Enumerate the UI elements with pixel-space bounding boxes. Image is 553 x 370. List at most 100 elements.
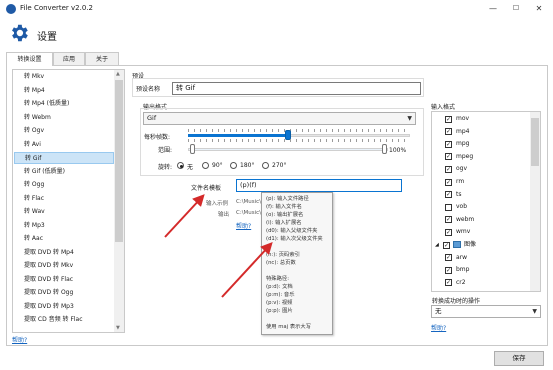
range-end-thumb[interactable] [382, 144, 387, 154]
chevron-down-icon: ▼ [407, 115, 412, 122]
image-category-icon [453, 241, 461, 248]
rotation-radio-90[interactable] [202, 162, 209, 169]
tab-conversion-settings[interactable]: 转换设置 [6, 52, 53, 66]
conversion-help-link[interactable]: 帮助? [12, 335, 27, 344]
format-checkbox[interactable]: ✓ [445, 128, 452, 136]
filename-help-link[interactable]: 帮助? [236, 221, 251, 230]
rotation-radio-none[interactable] [177, 162, 184, 169]
input-format-list[interactable]: ✓ mov ✓ mp4 ✓ mpg ✓ mpeg ✓ ogv ✓ rm ✓ ts vob ✓ webm ✓ wmv ◢… [431, 111, 541, 292]
tab-about[interactable]: 关于 [85, 52, 119, 65]
conversion-list-item[interactable]: 转 Mp3 [24, 220, 45, 232]
gear-icon [12, 24, 28, 42]
preset-name-input[interactable]: 转 Gif [172, 82, 421, 95]
format-checkbox[interactable]: ✓ [445, 266, 452, 274]
fps-ticks-top [188, 129, 410, 132]
list-scrollbar-thumb[interactable] [115, 80, 123, 242]
filename-template-input[interactable]: (p)(f) [236, 179, 402, 192]
expand-icon[interactable]: ◢ [435, 239, 439, 251]
format-checkbox[interactable]: ✓ [445, 140, 452, 148]
format-checkbox[interactable]: ✓ [445, 191, 452, 199]
save-button[interactable]: 保存 [494, 351, 544, 366]
format-item-label: vob [456, 203, 468, 211]
tooltip-line: (p:m): 音乐 [266, 292, 295, 298]
format-item-label: bmp [456, 266, 470, 274]
conversion-list-item[interactable]: 转 Gif [14, 152, 114, 164]
conversion-list[interactable]: 转 Mkv 转 Mp4 转 Mp4 (低质量) 转 Webm 转 Ogv 转 Avi 转 G… [12, 69, 125, 333]
format-checkbox[interactable]: ✓ [445, 115, 452, 123]
output-example-label: 输出 [218, 212, 230, 218]
range-start-thumb[interactable] [190, 144, 195, 154]
output-format-select[interactable]: Gif ▼ [143, 112, 416, 125]
post-conversion-select[interactable]: 无 ▼ [431, 305, 541, 318]
conversion-list-item[interactable]: 转 Gif (低质量) [24, 166, 65, 178]
minimize-button[interactable]: — [482, 2, 504, 15]
rotation-label: 旋转: [158, 164, 173, 171]
conversion-list-item[interactable]: 转 Flac [24, 193, 44, 205]
conversion-list-item[interactable]: 提取 CD 音频 转 Flac [24, 314, 83, 326]
tooltip-line: (p:d): 文档 [266, 284, 293, 290]
conversion-list-item[interactable]: 提取 DVD 转 Mkv [24, 260, 73, 272]
tooltip-line: (p): 输入文件路径 [266, 196, 309, 202]
rotation-radio-270[interactable] [262, 162, 269, 169]
post-conversion-help-link[interactable]: 帮助? [431, 323, 446, 332]
scroll-down-icon[interactable]: ▼ [116, 325, 120, 331]
preset-name-label: 预设名称 [136, 86, 161, 93]
format-checkbox[interactable]: ✓ [445, 216, 452, 224]
conversion-list-item[interactable]: 提取 DVD 转 Ogg [24, 287, 73, 299]
conversion-list-item[interactable]: 转 Ogg [24, 179, 44, 191]
conversion-list-item[interactable]: 提取 DVD 转 Mp3 [24, 301, 74, 313]
tooltip-line: (nc): 总页数 [266, 260, 296, 266]
conversion-list-item[interactable]: 提取 DVD 转 Mp4 [24, 247, 74, 259]
conversion-list-item[interactable]: 转 Webm [24, 112, 51, 124]
format-item-label: mpg [456, 140, 470, 148]
tooltip-line: (d1): 输入次父级文件夹 [266, 236, 323, 242]
range-slider-track[interactable] [188, 148, 388, 151]
tooltip-line: (p:p): 图片 [266, 308, 293, 314]
format-list-scrollbar-thumb[interactable] [531, 118, 539, 166]
rotation-label-270: 270° [272, 162, 287, 169]
title-bar: File Converter v2.0.2 — ☐ ✕ [0, 0, 553, 18]
tooltip-line: (n:): 页码索引 [266, 252, 300, 258]
tooltip-line: (p:v): 视频 [266, 300, 293, 306]
format-item-label: cr2 [456, 278, 466, 286]
input-example-label: 输入示例 [206, 201, 229, 207]
format-checkbox[interactable]: ✓ [445, 228, 452, 236]
input-formats-group-label: 输入格式 [431, 104, 456, 111]
scroll-up-icon[interactable]: ▲ [116, 71, 120, 77]
format-checkbox[interactable] [445, 203, 452, 211]
tooltip-line: (f): 输入文件名 [266, 204, 302, 210]
rotation-radio-180[interactable] [230, 162, 237, 169]
format-checkbox[interactable]: ✓ [443, 241, 450, 249]
range-percent: 100% [389, 147, 407, 154]
app-icon [6, 4, 16, 14]
format-checkbox[interactable]: ✓ [445, 279, 452, 287]
conversion-list-item[interactable]: 转 Ogv [24, 125, 44, 137]
fps-label: 每秒帧数: [144, 134, 171, 141]
tab-application[interactable]: 应用 [53, 52, 85, 65]
tooltip-line: 使用 maj 表示大写 [266, 324, 312, 330]
post-conversion-value: 无 [435, 307, 442, 315]
format-item-label: mp4 [456, 127, 470, 135]
format-checkbox[interactable]: ✓ [445, 178, 452, 186]
format-checkbox[interactable]: ✓ [445, 165, 452, 173]
format-item-label: ts [456, 190, 462, 198]
conversion-list-item[interactable]: 转 Avi [24, 139, 41, 151]
close-button[interactable]: ✕ [528, 2, 550, 15]
filename-template-label: 文件名模板 [191, 185, 222, 192]
conversion-list-item[interactable]: 转 Mp4 (低质量) [24, 98, 69, 110]
tooltip-line: 特殊路径: [266, 276, 289, 282]
conversion-list-item[interactable]: 转 Mkv [24, 71, 44, 83]
format-checkbox[interactable]: ✓ [445, 153, 452, 161]
tooltip-line: (o): 输出扩展名 [266, 212, 304, 218]
conversion-list-item[interactable]: 转 Mp4 [24, 85, 45, 97]
format-item-label: wmv [456, 228, 471, 236]
format-item-label: arw [456, 253, 468, 261]
format-item-label: mov [456, 115, 470, 122]
conversion-list-item[interactable]: 转 Aac [24, 233, 43, 245]
input-example-value: C:\Music\ [236, 199, 262, 205]
format-checkbox[interactable]: ✓ [445, 254, 452, 262]
maximize-button[interactable]: ☐ [505, 2, 527, 15]
conversion-list-item[interactable]: 转 Wav [24, 206, 45, 218]
fps-ticks-bottom [188, 139, 410, 142]
conversion-list-item[interactable]: 提取 DVD 转 Flac [24, 274, 73, 286]
